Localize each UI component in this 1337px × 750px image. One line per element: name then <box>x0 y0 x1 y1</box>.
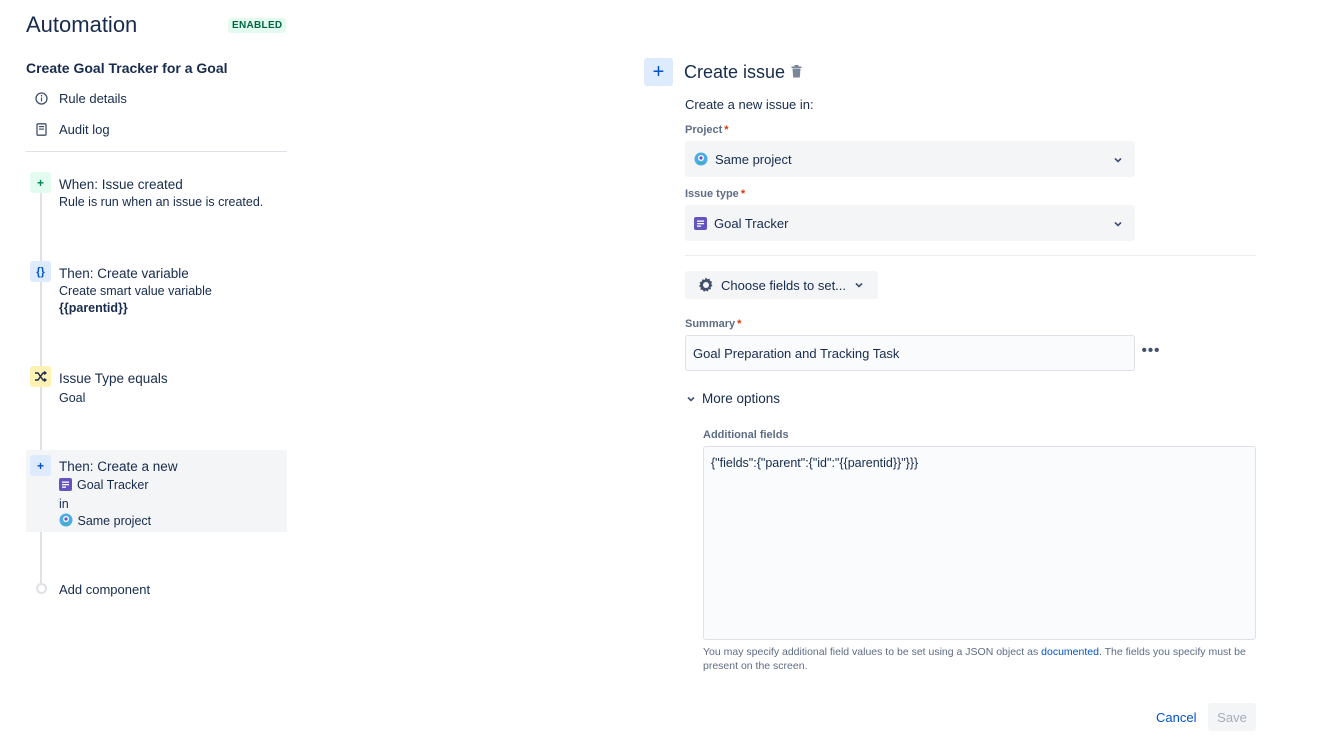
rule-name: Create Goal Tracker for a Goal <box>26 60 228 76</box>
component-title: Issue Type equals <box>59 371 168 386</box>
issue-type-label: Issue type * <box>685 188 746 200</box>
summary-input[interactable] <box>685 335 1135 371</box>
chevron-down-icon <box>854 280 864 290</box>
info-icon <box>34 91 48 105</box>
add-component-dot <box>36 583 47 594</box>
document-icon <box>34 122 48 136</box>
choose-fields-label: Choose fields to set... <box>721 277 847 293</box>
goal-tracker-icon <box>694 216 707 230</box>
component-title: Then: Create variable <box>59 266 189 281</box>
component-title: Then: Create a new <box>59 459 178 474</box>
plus-icon: + <box>30 455 51 476</box>
more-options-label: More options <box>702 391 781 406</box>
save-button[interactable]: Save <box>1208 703 1256 731</box>
project-avatar-icon <box>59 513 73 532</box>
nav-item-label: Audit log <box>59 121 110 137</box>
status-badge: ENABLED <box>228 18 287 33</box>
panel-title: Create issue <box>684 62 786 82</box>
nav-item-label: Rule details <box>59 90 127 106</box>
cancel-button[interactable]: Cancel <box>1150 704 1202 730</box>
component-description: Goal <box>59 391 86 405</box>
plus-icon: + <box>644 58 673 86</box>
chevron-down-icon <box>1113 217 1123 232</box>
more-options-toggle[interactable]: More options <box>686 391 780 406</box>
component-description: Create smart value variable <box>59 284 212 298</box>
nav-item-audit-log[interactable]: Audit log <box>34 119 110 139</box>
more-actions-icon[interactable]: ••• <box>1141 342 1161 359</box>
trash-icon[interactable] <box>791 65 802 83</box>
project-value: Same project <box>715 151 792 167</box>
component-connector: in <box>59 497 69 511</box>
chevron-down-icon <box>1113 153 1123 168</box>
project-select[interactable]: Same project <box>685 141 1135 177</box>
component-trigger-issue-created[interactable]: When: Issue created Rule is run when an … <box>26 174 287 218</box>
add-component-button[interactable]: Add component <box>59 579 150 599</box>
project-label: Project * <box>685 124 729 136</box>
panel-subtitle: Create a new issue in: <box>685 97 814 112</box>
component-description: Rule is run when an issue is created. <box>59 195 264 209</box>
chevron-down-icon <box>686 394 696 404</box>
goal-tracker-icon <box>59 478 72 496</box>
plus-icon: + <box>30 172 51 193</box>
nav-item-rule-details[interactable]: Rule details <box>34 88 127 108</box>
component-title: When: Issue created <box>59 177 183 192</box>
issue-type-value: Goal Tracker <box>714 215 789 231</box>
braces-icon: {} <box>30 261 51 282</box>
variable-name: {{parentid}} <box>59 301 128 315</box>
section-divider <box>685 255 1256 256</box>
additional-fields-label: Additional fields <box>703 429 789 441</box>
page-title: Automation <box>26 12 138 37</box>
component-create-issue[interactable]: Then: Create a new Goal Tracker in Same … <box>26 450 287 532</box>
summary-label: Summary * <box>685 318 742 330</box>
shuffle-icon <box>30 366 51 387</box>
nav-divider <box>26 151 287 152</box>
component-condition-issue-type[interactable]: Issue Type equals Goal <box>26 368 287 412</box>
documented-link[interactable]: documented <box>1041 646 1099 658</box>
component-project: Same project <box>59 513 287 532</box>
additional-fields-textarea[interactable]: {"fields":{"parent":{"id":"{{parentid}}"… <box>703 446 1256 640</box>
issue-type-select[interactable]: Goal Tracker <box>685 205 1135 241</box>
component-issue-type: Goal Tracker <box>59 477 287 496</box>
component-create-variable[interactable]: Then: Create variable Create smart value… <box>26 263 287 323</box>
choose-fields-button[interactable]: Choose fields to set... <box>685 271 878 299</box>
gear-icon <box>697 276 715 294</box>
additional-fields-help: You may specify additional field values … <box>703 646 1246 672</box>
project-avatar-icon <box>694 152 708 166</box>
